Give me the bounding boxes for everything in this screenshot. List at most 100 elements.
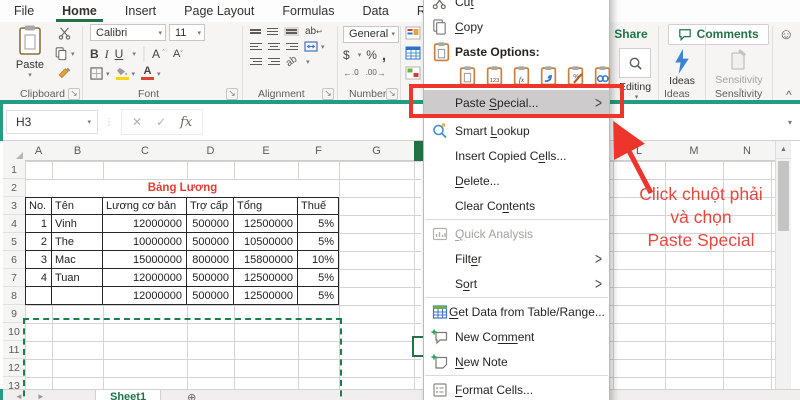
menu-item-clear-contents[interactable]: Clear Contents [424,193,609,218]
row-header-1[interactable]: 1 [3,161,25,179]
row-header-8[interactable]: 8 [3,287,25,305]
menu-item-delete[interactable]: Delete... [424,168,609,193]
cell[interactable]: 4 [25,269,52,287]
row-header-4[interactable]: 4 [3,215,25,233]
tab-file[interactable]: File [0,0,48,22]
column-header-C[interactable]: C [103,141,187,161]
column-header-A[interactable]: A [25,141,52,161]
increase-decimal-button[interactable]: ←.0 [343,68,359,78]
menu-item-paste-options[interactable]: Paste Options: [424,39,609,64]
cell[interactable]: 12000000 [103,215,187,233]
currency-caret-icon[interactable]: ▾ [358,51,362,59]
cell[interactable]: Tổng [234,197,298,215]
orientation-caret-icon[interactable]: ▾ [306,58,310,66]
paste-button[interactable]: Paste ▾ [8,24,52,96]
row-header-3[interactable]: 3 [3,197,25,215]
top-align-button[interactable] [250,28,261,36]
menu-item-new-note[interactable]: New Note [424,349,609,374]
column-header-D[interactable]: D [187,141,234,161]
paste-keep-icon[interactable] [457,65,478,89]
sheet-tab-sheet1[interactable]: Sheet1 [95,390,161,400]
table-title[interactable]: Bảng Lương [26,180,339,196]
feedback-smiley-icon[interactable]: ☺ [779,26,794,43]
cell[interactable]: 10% [298,251,339,269]
cell[interactable]: 5% [298,233,339,251]
menu-item-smart-lookup[interactable]: iSmart Lookup [424,118,609,143]
percent-format-button[interactable]: % [366,48,377,62]
grow-font-button[interactable]: A＾ [152,47,167,61]
menu-item-filter[interactable]: Filter> [424,246,609,271]
cell[interactable]: 5% [298,269,339,287]
font-color-button[interactable]: A▾ [141,67,161,80]
align-center-button[interactable] [268,41,280,52]
cell[interactable]: No. [25,197,52,215]
cell[interactable]: Vinh [52,215,103,233]
cell[interactable]: 3 [25,251,52,269]
menu-item-sort[interactable]: Sort> [424,271,609,296]
decrease-indent-button[interactable] [250,56,262,67]
row-header-9[interactable]: 9 [3,305,25,323]
orientation-button[interactable]: ab [284,54,299,69]
currency-format-button[interactable]: $ [343,48,350,62]
paste-link-icon[interactable] [592,65,613,89]
worksheet-grid[interactable]: ABCDEFGHLMN12345678910111213 Bảng LươngN… [0,141,800,389]
cell[interactable]: 15000000 [103,251,187,269]
row-header-11[interactable]: 11 [3,341,25,359]
paste-formatting-icon[interactable]: % [565,65,586,89]
cell[interactable]: Thuế [298,197,339,215]
menu-item-get-data[interactable]: Get Data from Table/Range... [424,299,609,324]
row-header-2[interactable]: 2 [3,179,25,197]
column-header-F[interactable]: F [298,141,339,161]
comments-button[interactable]: Comments [668,24,769,45]
underline-caret-icon[interactable]: ▾ [132,50,136,58]
formula-bar-expand-icon[interactable]: ▾ [788,118,792,127]
column-header-L[interactable]: L [613,141,665,161]
row-header-12[interactable]: 12 [3,359,25,377]
cell[interactable]: 15800000 [234,251,298,269]
cell[interactable]: 500000 [187,215,234,233]
clipboard-dialog-launcher[interactable]: ↘ [68,88,80,100]
number-dialog-launcher[interactable]: ↘ [386,88,398,100]
paste-transpose-icon[interactable] [538,65,559,89]
tab-data[interactable]: Data [348,0,402,22]
paste-values-icon[interactable]: 123 [484,65,505,89]
increase-indent-button[interactable] [268,56,280,67]
menu-item-copy[interactable]: Copy [424,14,609,39]
cell[interactable]: Tên [52,197,103,215]
cell[interactable]: 500000 [187,269,234,287]
align-right-button[interactable] [286,41,298,52]
cell[interactable] [52,287,103,305]
font-name-select[interactable]: Calibri▾ [90,24,166,41]
alignment-dialog-launcher[interactable]: ↘ [322,88,334,100]
cell[interactable]: 12000000 [103,269,187,287]
column-header-G[interactable]: G [339,141,414,161]
cell[interactable]: 800000 [187,251,234,269]
cell[interactable]: 2 [25,233,52,251]
tab-page-layout[interactable]: Page Layout [170,0,268,22]
merge-center-button[interactable]: ▾ [304,41,325,52]
menu-item-insert-copied-cells[interactable]: Insert Copied Cells... [424,143,609,168]
new-sheet-icon[interactable]: ⊕ [187,390,196,400]
select-all-corner[interactable] [3,141,25,161]
cell[interactable]: 500000 [187,233,234,251]
cell[interactable]: Mac [52,251,103,269]
row-header-10[interactable]: 10 [3,323,25,341]
cell[interactable]: 12000000 [103,287,187,305]
align-left-button[interactable] [250,41,262,52]
middle-align-button[interactable] [267,26,278,37]
tab-formulas[interactable]: Formulas [268,0,348,22]
insert-function-button[interactable]: fx [180,115,192,130]
comma-format-button[interactable]: , [382,47,386,64]
menu-item-cut[interactable]: Cut [424,0,609,14]
cell[interactable]: 12500000 [234,287,298,305]
column-header-E[interactable]: E [234,141,298,161]
decrease-decimal-button[interactable]: .00→ [366,68,386,78]
shrink-font-button[interactable]: Aˇ [173,48,183,60]
font-size-select[interactable]: 11▾ [169,24,205,41]
cell[interactable]: 12500000 [234,215,298,233]
name-box[interactable]: H3▾ [6,110,98,134]
editing-button[interactable]: Editing ▾ [614,48,656,101]
cell[interactable]: 12500000 [234,269,298,287]
row-header-7[interactable]: 7 [3,269,25,287]
cell[interactable]: 500000 [187,287,234,305]
